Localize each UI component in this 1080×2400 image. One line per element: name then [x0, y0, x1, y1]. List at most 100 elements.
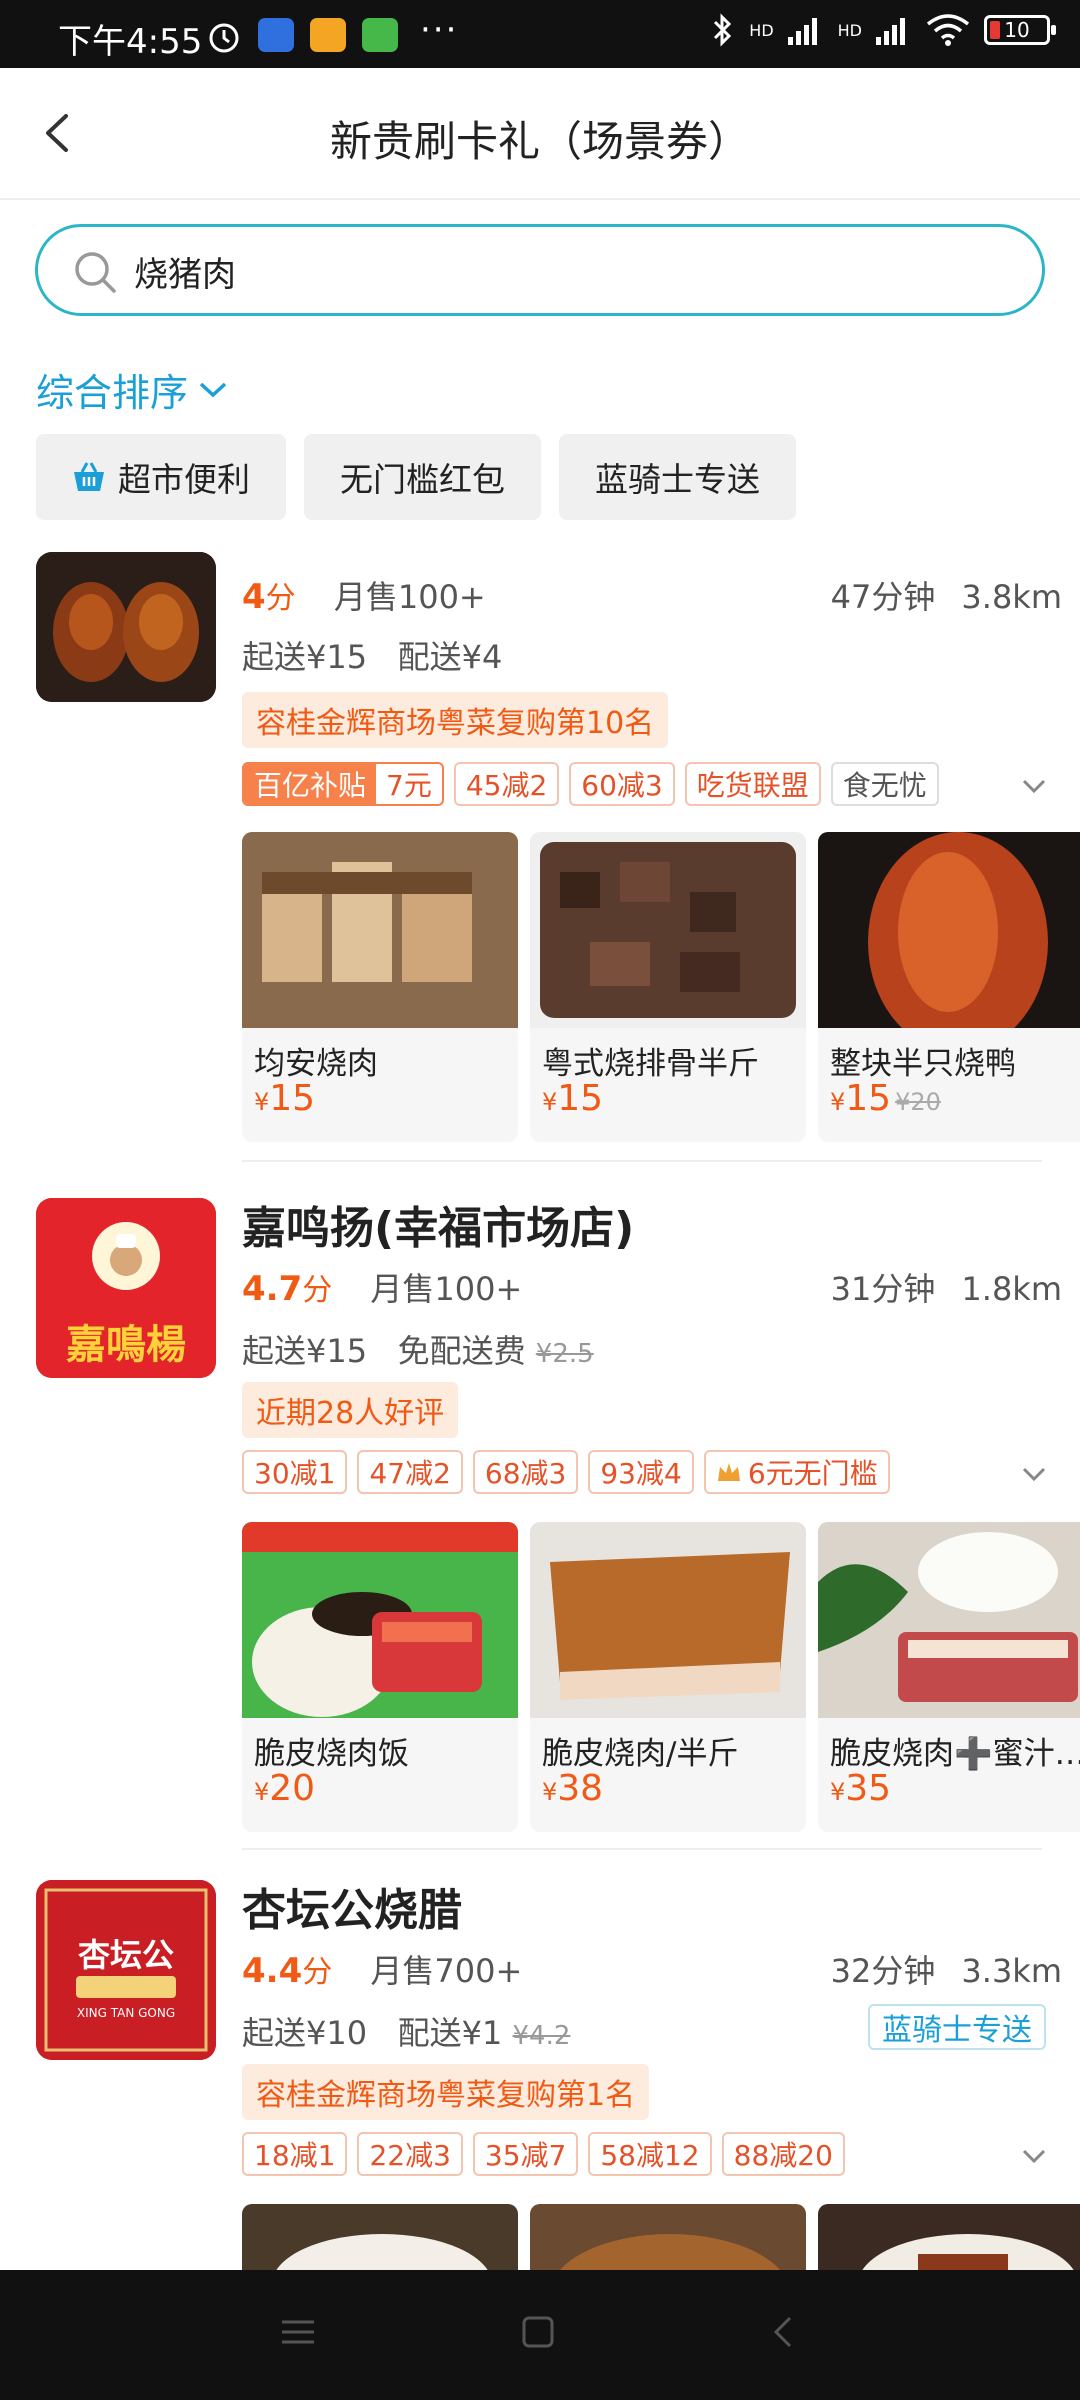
crown-icon [717, 1463, 740, 1481]
menu-item[interactable]: 整块半只烧鸭 ¥15 ¥20 [818, 832, 1080, 1142]
store-card[interactable]: 杏坛公 XING TAN GONG 杏坛公烧腊 4.4分 月售700+ 32分钟… [0, 1864, 1080, 2270]
search-input[interactable] [134, 243, 994, 299]
item-row: 脆皮烧肉饭 ¥20 脆皮烧肉/半斤 ¥38 脆皮烧肉➕蜜汁… ¥35 [242, 1522, 1080, 1832]
promo-tag: 22减3 [357, 2132, 463, 2176]
store-logo-text: 杏坛公 [77, 1936, 174, 1974]
battery-icon: 10 [984, 15, 1056, 45]
item-name: 均安烧肉 [254, 1046, 378, 1082]
search-bar[interactable] [35, 224, 1045, 316]
store-meta: 4.7分 月售100+ 31分钟 1.8km [242, 1264, 1062, 1310]
bluetooth-icon [714, 13, 732, 47]
promo-tag: 30减1 [242, 1450, 348, 1494]
filter-chip-no-threshold[interactable]: 无门槛红包 [304, 434, 541, 520]
store-card[interactable]: 4分 月售100+ 47分钟 3.8km 起送¥15 配送¥4 容桂金辉商场粤菜复… [0, 552, 1080, 1222]
rank-badge: 容桂金辉商场粤菜复购第1名 [242, 2064, 650, 2120]
sort-label: 综合排序 [36, 371, 189, 415]
delivery-info: 起送¥15 配送¥4 [242, 632, 502, 678]
search-icon [75, 252, 116, 293]
status-right: HD HD 10 [711, 12, 1056, 48]
promo-tag: 58减12 [588, 2132, 712, 2176]
item-image [530, 832, 806, 1028]
notes-notification-icon [310, 18, 346, 52]
menu-item[interactable] [530, 2204, 806, 2270]
menu-nav-icon[interactable] [278, 2312, 318, 2352]
navigation-header: 新贵刷卡礼（场景券） [0, 68, 1080, 200]
promo-tag: 35减7 [472, 2132, 579, 2176]
sort-dropdown[interactable]: 综合排序 [36, 362, 228, 417]
store-meta: 4分 月售100+ 47分钟 3.8km [242, 572, 1062, 618]
monthly-sales: 月售700+ [370, 1952, 523, 1990]
store-list: 4分 月售100+ 47分钟 3.8km 起送¥15 配送¥4 容桂金辉商场粤菜复… [0, 552, 1080, 2270]
basket-icon [74, 462, 104, 491]
promo-tag: 吃货联盟 [684, 762, 821, 806]
app-notification-icon [258, 18, 294, 52]
signal-hd-icon: HD [749, 20, 774, 40]
divider [242, 1848, 1042, 1850]
promo-tag: 45减2 [453, 762, 560, 806]
alarm-icon [209, 23, 239, 53]
menu-item[interactable]: 脆皮烧肉/半斤 ¥38 [530, 1522, 806, 1832]
delivery-info: 起送¥15 免配送费 ¥2.5 [242, 1326, 594, 1372]
home-nav-icon[interactable] [518, 2312, 558, 2352]
store-logo: 杏坛公 XING TAN GONG [36, 1880, 216, 2060]
filter-chip-blue-rider[interactable]: 蓝骑士专送 [559, 434, 796, 520]
min-order: 起送¥15 [242, 1332, 368, 1370]
item-name: 脆皮烧肉➕蜜汁… [830, 1736, 1080, 1772]
coupon-tag: 6元无门槛 [703, 1450, 890, 1494]
filter-chip-label: 无门槛红包 [340, 460, 505, 499]
promo-tag: 47减2 [357, 1450, 463, 1494]
promo-tags: 30减1 47减2 68减3 93减4 6元无门槛 [242, 1450, 890, 1494]
promo-tags: 18减1 22减3 35减7 58减12 88减20 [242, 2132, 845, 2176]
back-nav-icon[interactable] [764, 2312, 804, 2352]
min-order: 起送¥10 [242, 2014, 368, 2052]
chevron-down-icon[interactable] [1016, 768, 1052, 804]
store-rating: 4.4分 [242, 1951, 333, 1991]
more-notifications-icon: ··· [420, 10, 459, 50]
store-rating: 4.7分 [242, 1269, 333, 1309]
store-rating: 4分 [242, 577, 296, 617]
item-image [818, 832, 1080, 1028]
menu-item[interactable]: 脆皮烧肉饭 ¥20 [242, 1522, 518, 1832]
delivery-fee: 免配送费 [397, 1332, 526, 1370]
delivery-fee: 配送¥1 [397, 2014, 503, 2052]
chevron-down-icon [199, 382, 227, 397]
item-name: 脆皮烧肉/半斤 [542, 1736, 739, 1772]
menu-item[interactable]: 均安烧肉 ¥15 [242, 832, 518, 1142]
item-name: 粤式烧排骨半斤 [542, 1046, 759, 1082]
promo-tag: 18减1 [242, 2132, 348, 2176]
battery-level: 10 [1004, 18, 1030, 42]
menu-item[interactable]: 粤式烧排骨半斤 ¥15 [530, 832, 806, 1142]
item-price: ¥15 [254, 1078, 316, 1119]
store-card[interactable]: 嘉鳴楊 嘉鸣扬(幸福市场店) 4.7分 月售100+ 31分钟 1.8km 起送¥… [0, 1182, 1080, 1872]
store-name: 杏坛公烧腊 [242, 1885, 462, 1936]
download-notification-icon [362, 18, 398, 52]
menu-item[interactable] [242, 2204, 518, 2270]
promo-tag: 93减4 [588, 1450, 694, 1494]
item-price: ¥15 ¥20 [830, 1078, 941, 1119]
chevron-down-icon[interactable] [1016, 1456, 1052, 1492]
system-nav-bar [0, 2270, 1080, 2400]
status-time: 下午4:55 [58, 22, 203, 62]
menu-item[interactable] [818, 2204, 1080, 2270]
min-order: 起送¥15 [242, 638, 368, 676]
chevron-down-icon[interactable] [1016, 2138, 1052, 2174]
menu-item[interactable]: 脆皮烧肉➕蜜汁… ¥35 [818, 1522, 1080, 1832]
delivery-info: 起送¥10 配送¥1 ¥4.2 [242, 2008, 570, 2054]
item-price: ¥38 [542, 1768, 604, 1809]
store-meta: 4.4分 月售700+ 32分钟 3.3km [242, 1946, 1062, 1992]
item-price: ¥35 [830, 1768, 892, 1809]
item-image [530, 1522, 806, 1718]
rank-badge: 容桂金辉商场粤菜复购第10名 [242, 692, 669, 748]
item-name: 脆皮烧肉饭 [254, 1736, 409, 1772]
item-image [818, 2204, 1080, 2270]
signal-icon [787, 18, 817, 45]
status-bar: 下午4:55 ··· HD HD 10 [0, 0, 1080, 68]
page-title: 新贵刷卡礼（场景券） [329, 117, 750, 166]
item-price: ¥15 [542, 1078, 604, 1119]
store-name: 嘉鸣扬(幸福市场店) [242, 1203, 635, 1254]
signal-hd-icon-2: HD [837, 20, 862, 40]
promo-tag: 68减3 [472, 1450, 579, 1494]
review-badge: 近期28人好评 [242, 1382, 459, 1438]
subsidy-tag: 百亿补贴 7元 [242, 762, 444, 806]
filter-chip-supermarket[interactable]: 超市便利 [36, 434, 286, 520]
